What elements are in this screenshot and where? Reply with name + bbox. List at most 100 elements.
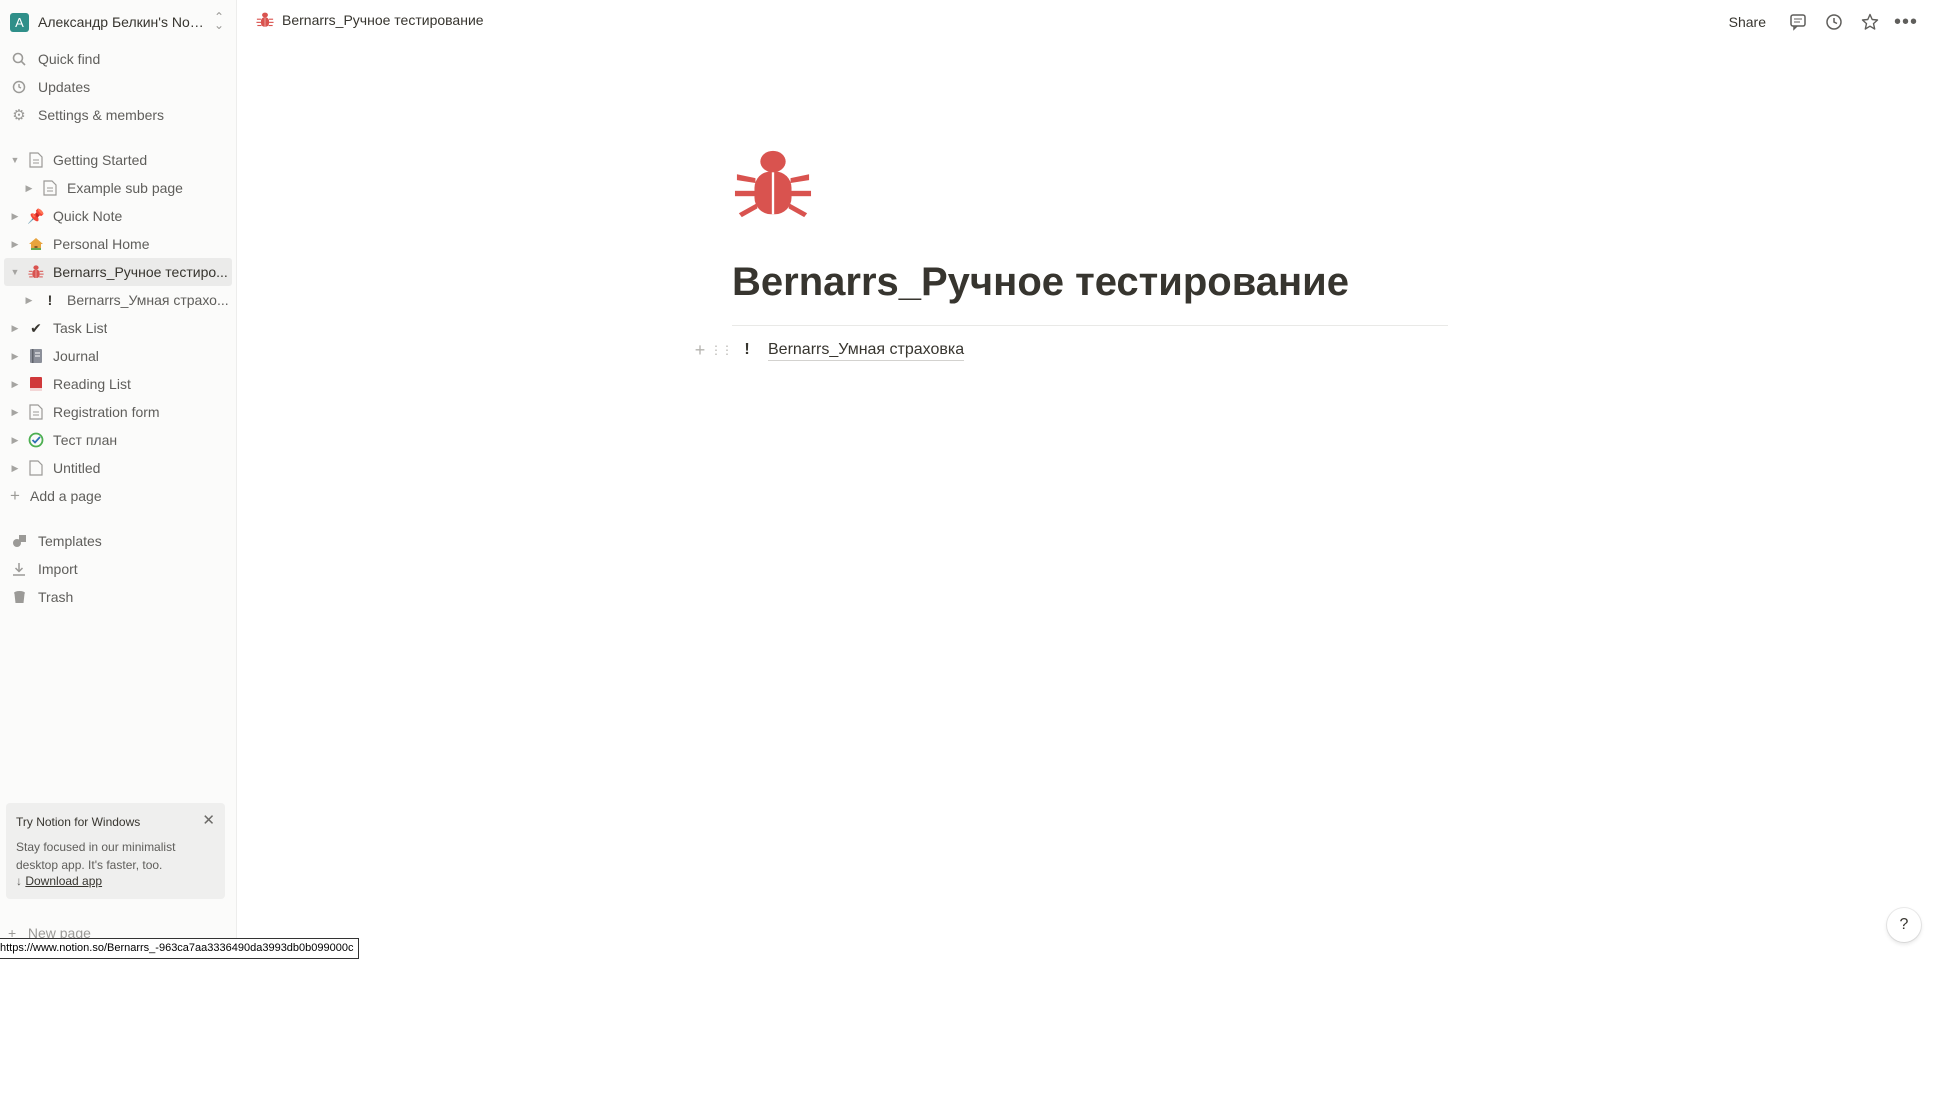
- download-app-link[interactable]: ↓ Download app: [16, 874, 102, 888]
- add-page-button[interactable]: + Add a page: [0, 482, 236, 510]
- desktop-app-promo: Try Notion for Windows ✕ Stay focused in…: [6, 803, 225, 899]
- sidebar-item-journal[interactable]: ▶ Journal: [4, 342, 232, 370]
- workspace-switcher[interactable]: А Александр Белкин's Not... ⌃ ⌄: [0, 0, 236, 44]
- clock-icon: [9, 80, 29, 94]
- chevron-updown-icon[interactable]: ⌃ ⌄: [214, 11, 224, 31]
- collapsed-triangle-icon[interactable]: ▶: [8, 407, 22, 418]
- bug-icon[interactable]: [734, 145, 812, 223]
- bug-icon: [256, 12, 274, 27]
- expanded-triangle-icon[interactable]: ▼: [8, 267, 22, 277]
- import-button[interactable]: Import: [0, 555, 236, 583]
- sidebar-item-label: Example sub page: [67, 180, 183, 196]
- sidebar-item-bernarrs-manual-testing[interactable]: ▼ Bernarrs_Ручное тестиро...: [4, 258, 232, 286]
- drag-handle-icon[interactable]: ⋮⋮: [710, 343, 733, 357]
- collapsed-triangle-icon[interactable]: ▶: [8, 379, 22, 390]
- plus-icon[interactable]: +: [690, 340, 710, 361]
- comment-icon[interactable]: [1780, 10, 1816, 34]
- sidebar-item-label: Getting Started: [53, 152, 148, 168]
- plus-icon: +: [10, 486, 20, 505]
- help-button[interactable]: ?: [1887, 908, 1921, 942]
- sidebar-item-label: Personal Home: [53, 236, 150, 252]
- import-label: Import: [38, 561, 78, 577]
- sidebar-item-quick-note[interactable]: ▶ 📌 Quick Note: [4, 202, 232, 230]
- sidebar-item-label: Quick Note: [53, 208, 123, 224]
- book-icon: [26, 374, 46, 394]
- page-icon: [26, 402, 46, 422]
- star-icon[interactable]: [1852, 10, 1888, 34]
- breadcrumb[interactable]: Bernarrs_Ручное тестирование: [256, 11, 484, 29]
- collapsed-triangle-icon[interactable]: ▶: [8, 463, 22, 474]
- sidebar-item-getting-started[interactable]: ▼ Getting Started: [4, 146, 232, 174]
- templates-label: Templates: [38, 533, 102, 549]
- trash-icon: [9, 590, 29, 604]
- more-options-icon[interactable]: •••: [1888, 10, 1924, 34]
- promo-description: Stay focused in our minimalist desktop a…: [16, 840, 176, 872]
- sidebar-item-label: Bernarrs_Ручное тестиро...: [53, 264, 228, 280]
- quick-find-label: Quick find: [38, 51, 101, 67]
- templates-button[interactable]: Templates: [0, 527, 236, 555]
- promo-title: Try Notion for Windows: [16, 815, 141, 829]
- quick-find-button[interactable]: Quick find: [0, 45, 236, 73]
- download-icon: [9, 562, 29, 576]
- checkmark-icon: ✔: [30, 319, 42, 336]
- share-button[interactable]: Share: [1729, 14, 1766, 30]
- status-bar-url: https://www.notion.so/Bernarrs_-963ca7aa…: [0, 938, 359, 959]
- sidebar-item-label: Тест план: [53, 432, 118, 448]
- sidebar-item-personal-home[interactable]: ▶ Personal Home: [4, 230, 232, 258]
- history-clock-icon[interactable]: [1816, 10, 1852, 34]
- page-link-label[interactable]: Bernarrs_Умная страховка: [768, 340, 965, 361]
- sidebar-item-reading-list[interactable]: ▶ Reading List: [4, 370, 232, 398]
- house-icon: [26, 234, 46, 254]
- bug-icon: [26, 262, 46, 282]
- trash-label: Trash: [38, 589, 74, 605]
- add-page-label: Add a page: [30, 488, 102, 504]
- sidebar-item-label: Reading List: [53, 376, 131, 392]
- trash-button[interactable]: Trash: [0, 583, 236, 611]
- notebook-icon: [26, 346, 46, 366]
- collapsed-triangle-icon[interactable]: ▶: [8, 239, 22, 250]
- workspace-name: Александр Белкин's Not...: [38, 14, 204, 30]
- updates-button[interactable]: Updates: [0, 73, 236, 101]
- settings-label: Settings & members: [38, 107, 165, 123]
- page-link-block[interactable]: + ⋮⋮ ! Bernarrs_Умная страховка: [690, 336, 965, 364]
- sidebar-item-label: Task List: [53, 320, 108, 336]
- collapsed-triangle-icon[interactable]: ▶: [22, 183, 36, 194]
- exclamation-icon: !: [47, 292, 53, 308]
- sidebar-item-untitled[interactable]: ▶ Untitled: [4, 454, 232, 482]
- collapsed-triangle-icon[interactable]: ▶: [22, 295, 36, 306]
- divider: [732, 325, 1448, 326]
- gear-icon: ⚙: [12, 107, 26, 124]
- collapsed-triangle-icon[interactable]: ▶: [8, 351, 22, 362]
- sidebar-item-label: Journal: [53, 348, 99, 364]
- check-circle-icon: [26, 430, 46, 450]
- sidebar-item-label: Registration form: [53, 404, 160, 420]
- collapsed-triangle-icon[interactable]: ▶: [8, 211, 22, 222]
- sidebar-item-task-list[interactable]: ▶ ✔ Task List: [4, 314, 232, 342]
- sidebar-item-label: Untitled: [53, 460, 101, 476]
- expanded-triangle-icon[interactable]: ▼: [8, 155, 22, 165]
- page-title[interactable]: Bernarrs_Ручное тестирование: [732, 260, 1349, 305]
- page-icon: [26, 150, 46, 170]
- page-icon: [26, 458, 46, 478]
- page-icon: [40, 178, 60, 198]
- pushpin-icon: 📌: [27, 207, 45, 224]
- close-icon[interactable]: ✕: [202, 811, 215, 829]
- settings-button[interactable]: ⚙ Settings & members: [0, 101, 236, 129]
- download-app-label: Download app: [25, 874, 103, 888]
- breadcrumb-label: Bernarrs_Ручное тестирование: [282, 12, 484, 28]
- collapsed-triangle-icon[interactable]: ▶: [8, 435, 22, 446]
- shapes-icon: [9, 534, 29, 548]
- sidebar-item-bernarrs-smart-insurance[interactable]: ▶ ! Bernarrs_Умная страхо...: [4, 286, 232, 314]
- arrow-down-icon: ↓: [16, 874, 22, 888]
- workspace-avatar: А: [10, 12, 29, 32]
- updates-label: Updates: [38, 79, 91, 95]
- collapsed-triangle-icon[interactable]: ▶: [8, 323, 22, 334]
- search-icon: [9, 52, 29, 66]
- sidebar-item-registration-form[interactable]: ▶ Registration form: [4, 398, 232, 426]
- sidebar: А Александр Белкин's Not... ⌃ ⌄ Quick fin…: [0, 0, 237, 941]
- sidebar-item-example-sub-page[interactable]: ▶ Example sub page: [4, 174, 232, 202]
- sidebar-item-label: Bernarrs_Умная страхо...: [67, 292, 229, 308]
- topbar-actions: Share •••: [1729, 10, 1924, 34]
- sidebar-item-test-plan[interactable]: ▶ Тест план: [4, 426, 232, 454]
- exclamation-icon: !: [744, 341, 750, 358]
